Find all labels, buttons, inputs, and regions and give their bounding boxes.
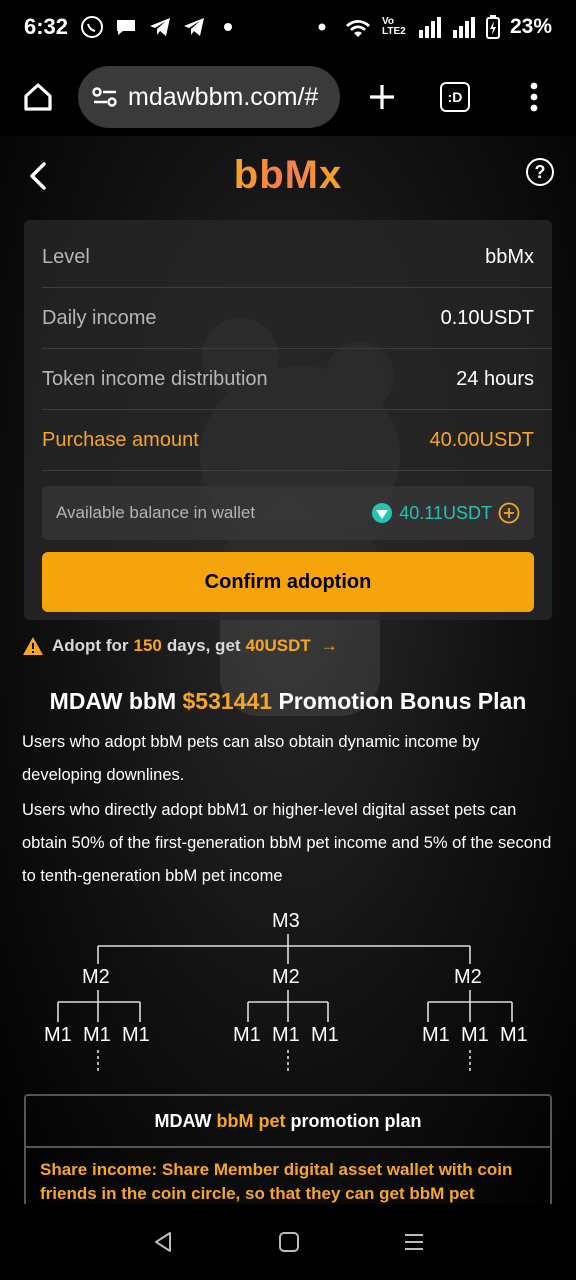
volte-label: Vo LTE2 [381, 16, 406, 37]
dot-icon [310, 15, 334, 39]
tree-node-m1: M1 [233, 1024, 261, 1046]
tree-node-m1: M1 [311, 1024, 339, 1046]
tree-node-m1: M1 [461, 1024, 489, 1046]
downline-tree-diagram: M3 M2 M2 M2 M1 M1 M1 M1 M1 M1 M1 M1 M1 [0, 906, 576, 1076]
warning-icon [22, 636, 44, 656]
daily-income-row: Daily income 0.10USDT [42, 289, 552, 349]
telegram-icon-2 [182, 15, 206, 39]
web-page: bbMx ? Level bbMx Daily income 0.10USDT … [0, 136, 576, 1204]
confirm-adoption-button[interactable]: Confirm adoption [42, 552, 534, 612]
purchase-amount-row: Purchase amount 40.00USDT [42, 411, 552, 471]
wallet-balance-label: Available balance in wallet [56, 503, 256, 522]
daily-income-value: 0.10USDT [440, 307, 534, 329]
token-distribution-value: 24 hours [456, 368, 534, 390]
signal-icon [418, 15, 442, 39]
promotion-plan-heading: MDAW bbM pet promotion plan [26, 1096, 550, 1148]
promo-title-suffix: Promotion Bonus Plan [278, 688, 527, 714]
tree-node-m2: M2 [82, 966, 110, 988]
tree-node-m1: M1 [44, 1024, 72, 1046]
usdt-token-icon [371, 502, 393, 524]
notification-icons [80, 15, 240, 39]
tree-node-m1: M1 [122, 1024, 150, 1046]
page-header: bbMx ? [0, 136, 576, 214]
status-time: 6:32 [24, 14, 69, 39]
promotion-plan-body: Share income: Share Member digital asset… [40, 1160, 513, 1203]
wallet-balance-box: Available balance in wallet 40.11USDT [42, 486, 534, 540]
purchase-amount-label: Purchase amount [42, 429, 199, 451]
level-row: Level bbMx [42, 228, 552, 288]
battery-charging-icon [485, 15, 500, 39]
wifi-icon [344, 15, 372, 39]
tree-node-m2: M2 [272, 966, 300, 988]
new-tab-icon[interactable] [362, 77, 402, 117]
notice-arrow-icon: → [320, 636, 338, 655]
promo-paragraph-2: Users who directly adopt bbM1 or higher-… [22, 801, 552, 885]
browser-toolbar: mdawbbm.com/# :D [0, 58, 576, 136]
tree-node-m3: M3 [272, 910, 300, 932]
more-menu-icon[interactable] [528, 81, 540, 113]
notice-prefix: Adopt for [52, 636, 129, 655]
tree-node-m1: M1 [83, 1024, 111, 1046]
level-label: Level [42, 246, 90, 268]
viber-icon [80, 15, 104, 39]
site-settings-icon[interactable] [92, 86, 118, 108]
token-distribution-row: Token income distribution 24 hours [42, 350, 552, 410]
tree-node-m1: M1 [422, 1024, 450, 1046]
tree-node-m2: M2 [454, 966, 482, 988]
telegram-icon [148, 15, 172, 39]
daily-income-label: Daily income [42, 307, 157, 329]
tab-switcher-button[interactable]: :D [440, 82, 470, 112]
brand-logo: bbMx [233, 152, 343, 197]
android-navigation-bar [0, 1204, 576, 1280]
battery-percent: 23% [509, 15, 552, 38]
promotion-title: MDAW bbM $531441 Promotion Bonus Plan [0, 688, 576, 715]
system-icons: Vo LTE2 23% [310, 15, 552, 39]
promo-title-prefix: MDAW bbM [49, 688, 177, 714]
nav-home-icon[interactable] [278, 1231, 300, 1253]
adoption-notice[interactable]: Adopt for 150 days, get 40USDT → [22, 636, 338, 656]
purchase-amount-value: 40.00USDT [429, 429, 535, 451]
chat-bubble-icon [114, 15, 138, 39]
level-value: bbMx [485, 246, 534, 268]
plan-head-suffix: promotion plan [290, 1110, 422, 1131]
promotion-plan-box: MDAW bbM pet promotion plan Share income… [24, 1094, 552, 1204]
notice-days: 150 [133, 636, 162, 655]
tree-node-m1: M1 [272, 1024, 300, 1046]
promo-paragraph-1: Users who adopt bbM pets can also obtain… [22, 733, 480, 784]
url-text: mdawbbm.com/# [128, 82, 319, 111]
add-funds-icon[interactable] [498, 502, 520, 524]
nav-recents-icon[interactable] [403, 1232, 425, 1252]
wallet-balance-value: 40.11USDT [399, 502, 492, 523]
address-bar[interactable]: mdawbbm.com/# [78, 66, 340, 128]
plan-head-prefix: MDAW [154, 1110, 212, 1131]
token-distribution-label: Token income distribution [42, 368, 268, 390]
plan-head-highlight: bbM pet [216, 1110, 286, 1131]
adoption-card: Level bbMx Daily income 0.10USDT Token i… [24, 220, 552, 620]
promo-title-amount: $531441 [182, 688, 273, 714]
home-icon[interactable] [16, 75, 60, 119]
help-icon[interactable]: ? [526, 158, 554, 186]
signal-icon-2 [452, 15, 476, 39]
notice-amount: 40USDT [245, 636, 311, 655]
notice-middle: days, get [166, 636, 241, 655]
status-bar: 6:32 Vo LTE2 23% [0, 0, 576, 54]
nav-back-icon[interactable] [151, 1230, 175, 1254]
back-arrow-icon[interactable] [24, 156, 54, 196]
tree-node-m1: M1 [500, 1024, 528, 1046]
more-notifications-dot-icon [216, 15, 240, 39]
